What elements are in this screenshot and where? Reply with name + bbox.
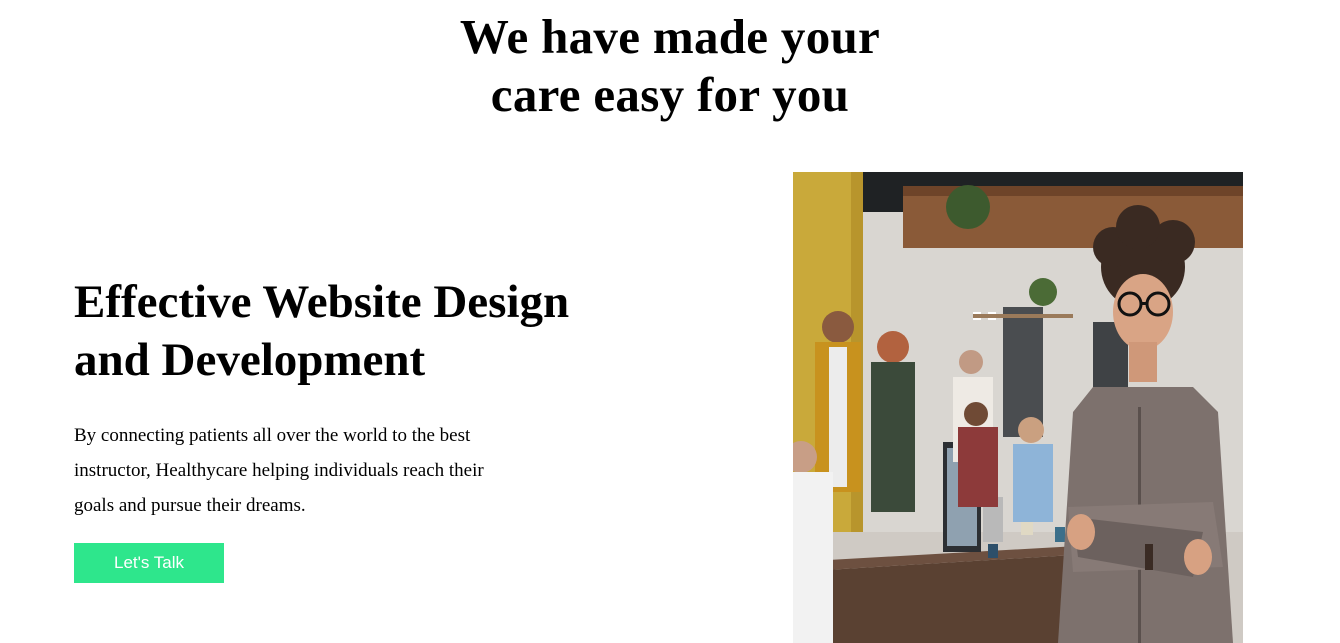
feature-title-line-1: Effective Website Design [74,276,570,328]
section-heading-line-2: care easy for you [490,67,850,122]
feature-title: Effective Website Design and Development [74,273,694,389]
feature-description-line-3: goals and pursue their dreams. [74,495,306,516]
feature-description: By connecting patients all over the worl… [74,418,544,523]
section-heading: We have made your care easy for you [0,8,1340,124]
feature-description-line-1: By connecting patients all over the worl… [74,425,471,446]
section-heading-line-1: We have made your [459,9,881,64]
hero-photo [793,172,1243,643]
feature-description-line-2: instructor, Healthycare helping individu… [74,460,484,481]
hero-photo-illustration [793,172,1243,643]
lets-talk-button[interactable]: Let's Talk [74,543,224,583]
feature-title-line-2: and Development [74,334,426,386]
